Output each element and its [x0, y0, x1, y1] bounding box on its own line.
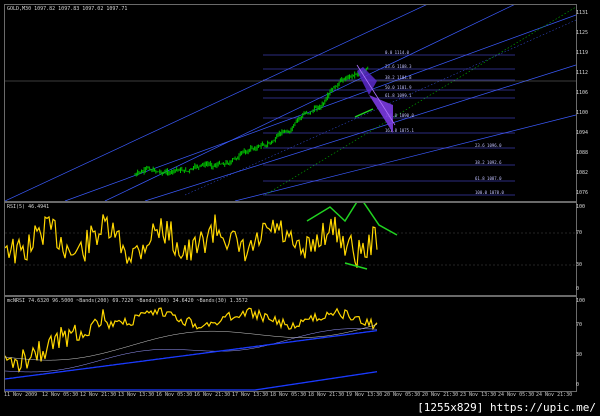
fib-label: 0.0 1114.0: [385, 50, 410, 55]
time-tick-label: 16 Nov 21:30: [194, 392, 231, 398]
rsi-scale: 100 70 30 0: [576, 204, 586, 292]
fib-label: 61.8 1099.1: [385, 93, 412, 98]
candles: [134, 66, 369, 177]
time-tick-label: 19 Nov 13:30: [346, 392, 383, 398]
time-tick-label: 18 Nov 05:30: [270, 392, 307, 398]
fib-label: 100.0 1078.0: [475, 190, 504, 195]
time-tick-label: 11 Nov 2009: [4, 392, 38, 398]
time-tick-label: 13 Nov 13:30: [118, 392, 155, 398]
nrsi-line: [5, 307, 378, 374]
time-tick-label: 23 Nov 13:30: [460, 392, 497, 398]
nrsi-svg: [5, 307, 378, 391]
fib-label: 61.8 1087.0: [475, 176, 502, 181]
rsi-svg: [5, 203, 576, 270]
time-tick-label: 17 Nov 13:30: [232, 392, 269, 398]
rsi-line: [5, 214, 378, 268]
fib-label: 161.8 1075.1: [385, 128, 414, 133]
fib-label: 23.6 1108.3: [385, 64, 412, 69]
fib-label: 23.6 1096.0: [475, 143, 502, 148]
price-chart-panel[interactable]: GOLD,M30 1097.82 1097.83 1097.02 1097.71…: [4, 4, 577, 202]
time-tick-label: 20 Nov 21:30: [422, 392, 459, 398]
time-tick-label: 12 Nov 21:30: [80, 392, 117, 398]
band-low: [5, 371, 378, 391]
time-tick-label: 24 Nov 05:30: [498, 392, 535, 398]
time-tick-label: 18 Nov 21:30: [308, 392, 345, 398]
time-tick-label: 12 Nov 05:30: [42, 392, 79, 398]
time-tick-label: 16 Nov 05:30: [156, 392, 193, 398]
nrsi-title: mcNRSI 74.6320 96.5000 ~Bands(200) 69.72…: [7, 298, 248, 304]
price-scale: 1131 1125 1119 1112 1106 1100 1094 1088 …: [576, 10, 589, 196]
nrsi-bands-panel[interactable]: mcNRSI 74.6320 96.5000 ~Bands(200) 69.72…: [4, 296, 577, 392]
time-tick-label: 20 Nov 05:30: [384, 392, 421, 398]
watermark: [1255x829] https://upic.me/: [417, 401, 596, 414]
rsi-panel[interactable]: RSI(5) 46.4941: [4, 202, 577, 296]
fib-label: 38.2 1092.6: [475, 160, 502, 165]
fib-label: 50.0 1101.9: [385, 85, 412, 90]
price-chart-svg: 0.0 1114.0 23.6 1108.3 38.2 1104.8 50.0 …: [5, 5, 576, 201]
nrsi-scale: 100 70 30 0: [576, 298, 586, 388]
time-tick-label: 24 Nov 21:30: [536, 392, 573, 398]
price-chart-title: GOLD,M30 1097.82 1097.83 1097.02 1097.71: [7, 6, 128, 12]
rsi-title: RSI(5) 46.4941: [7, 204, 50, 210]
band-30: [5, 329, 378, 380]
fib-label: 38.2 1104.8: [385, 75, 412, 80]
time-axis: 11 Nov 2009 12 Nov 05:30 12 Nov 21:30 13 No…: [0, 391, 600, 416]
